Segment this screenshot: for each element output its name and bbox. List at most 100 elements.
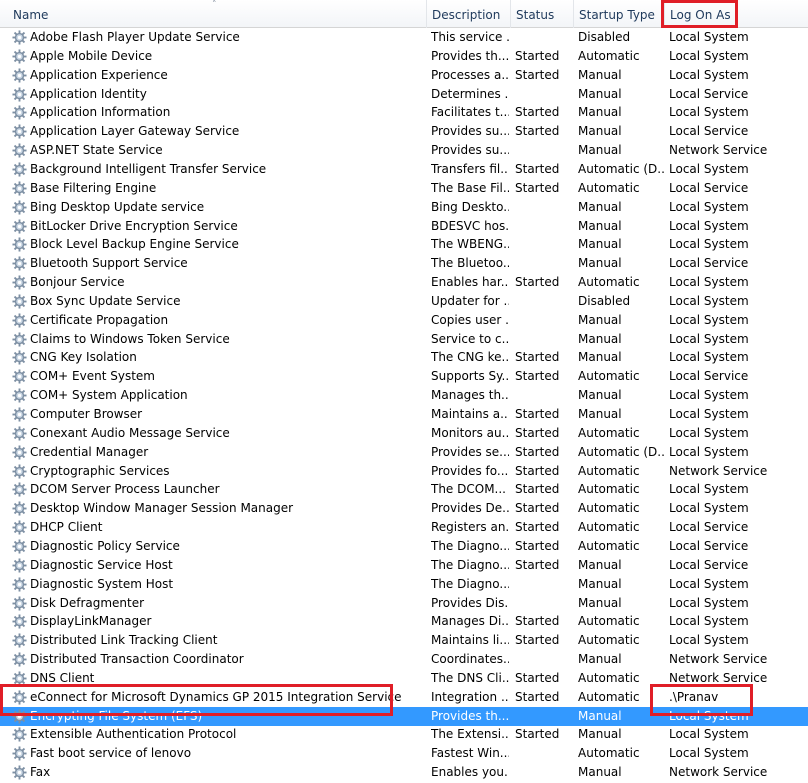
service-status: Started — [515, 727, 560, 742]
service-gear-icon — [12, 407, 27, 422]
service-status — [515, 744, 573, 763]
service-gear-icon — [12, 200, 27, 215]
service-startup-type: Automatic — [578, 463, 640, 478]
service-row[interactable]: Credential Manager Provides se... Started A… — [0, 443, 808, 462]
service-description: Provides th... — [431, 708, 509, 723]
service-row[interactable]: Desktop Window Manager Session Manager Pr… — [0, 499, 808, 518]
service-gear-icon — [12, 105, 27, 120]
service-row[interactable]: DisplayLinkManager Manages Di... Started Au… — [0, 612, 808, 631]
service-description: Provides se... — [431, 444, 509, 459]
sort-ascending-icon: ˄ — [212, 0, 217, 10]
service-name: Application Experience — [30, 67, 168, 82]
service-name: DNS Client — [30, 670, 95, 685]
service-name: Application Information — [30, 105, 171, 120]
service-row[interactable]: Disk Defragmenter Provides Dis... Manual Lo… — [0, 594, 808, 613]
service-gear-icon — [12, 539, 27, 554]
service-startup-type: Automatic — [578, 501, 640, 516]
service-row[interactable]: Background Intelligent Transfer Service T… — [0, 160, 808, 179]
service-description: The Base Fil... — [431, 180, 509, 195]
column-header-log-on-as[interactable]: Log On As — [665, 0, 808, 28]
service-log-on-as: Local System — [669, 237, 749, 252]
service-startup-type: Manual — [578, 67, 622, 82]
service-row[interactable]: Cryptographic Services Provides fo... Star… — [0, 462, 808, 481]
service-status: Started — [515, 482, 560, 497]
service-startup-type: Automatic — [578, 275, 640, 290]
service-startup-type: Automatic — [578, 425, 640, 440]
service-log-on-as: Local Service — [669, 86, 749, 101]
service-row[interactable]: Diagnostic Service Host The Diagno... Star… — [0, 556, 808, 575]
service-row[interactable]: Application Identity Determines ... Manual… — [0, 85, 808, 104]
service-row[interactable]: Application Experience Processes a... Star… — [0, 66, 808, 85]
service-description: Copies user ... — [431, 312, 509, 327]
service-status — [515, 707, 573, 726]
service-row[interactable]: ASP.NET State Service Provides su... Manua… — [0, 141, 808, 160]
service-log-on-as: .\Pranav — [669, 689, 719, 704]
service-startup-type: Automatic (D... — [578, 161, 664, 176]
service-gear-icon — [12, 256, 27, 271]
service-gear-icon — [12, 671, 27, 686]
service-row[interactable]: Block Level Backup Engine Service The WBE… — [0, 235, 808, 254]
service-row[interactable]: Application Information Facilitates t... S… — [0, 103, 808, 122]
service-log-on-as: Local Service — [669, 180, 749, 195]
service-name: Fax — [30, 765, 51, 780]
service-row[interactable]: Bing Desktop Update service Bing Deskto..… — [0, 198, 808, 217]
service-row[interactable]: Fax Enables you... Manual Network Service — [0, 763, 808, 782]
service-row[interactable]: Bluetooth Support Service The Bluetoo... M… — [0, 254, 808, 273]
service-gear-icon — [12, 181, 27, 196]
service-gear-icon — [12, 388, 27, 403]
service-name: Conexant Audio Message Service — [30, 425, 230, 440]
service-row[interactable]: DCOM Server Process Launcher The DCOM... S… — [0, 480, 808, 499]
service-row[interactable]: Diagnostic System Host The Diagno... Manua… — [0, 575, 808, 594]
service-row[interactable]: Computer Browser Maintains a... Started Man… — [0, 405, 808, 424]
service-description: The DNS Cli... — [431, 670, 509, 685]
service-row[interactable]: Fast boot service of lenovo Fastest Win..… — [0, 744, 808, 763]
service-description: Provides su... — [431, 143, 509, 158]
service-row[interactable]: Encrypting File System (EFS) Provides th.… — [0, 706, 808, 726]
service-startup-type: Manual — [578, 143, 622, 158]
service-row[interactable]: DHCP Client Registers an... Started Automat… — [0, 518, 808, 537]
service-description: Enables har... — [431, 275, 509, 290]
service-log-on-as: Local Service — [669, 124, 749, 139]
service-row[interactable]: Diagnostic Policy Service The Diagno... St… — [0, 537, 808, 556]
service-name: Adobe Flash Player Update Service — [30, 30, 240, 44]
service-row[interactable]: Base Filtering Engine The Base Fil... Star… — [0, 179, 808, 198]
service-row[interactable]: Extensible Authentication Protocol The Ex… — [0, 725, 808, 744]
column-header-startup-type[interactable]: Startup Type — [574, 0, 665, 28]
service-row[interactable]: Distributed Transaction Coordinator Coord… — [0, 650, 808, 669]
column-header-status[interactable]: Status — [511, 0, 574, 28]
column-header-description[interactable]: Description — [427, 0, 511, 28]
service-description: Integration ... — [431, 689, 509, 704]
service-row[interactable]: Box Sync Update Service Updater for ... Di… — [0, 292, 808, 311]
service-log-on-as: Local System — [669, 161, 749, 176]
service-row[interactable]: Application Layer Gateway Service Provide… — [0, 122, 808, 141]
service-status — [515, 254, 573, 273]
service-gear-icon — [12, 294, 27, 309]
service-log-on-as: Network Service — [669, 143, 768, 158]
service-row[interactable]: COM+ System Application Manages th... Manu… — [0, 386, 808, 405]
service-row[interactable]: Certificate Propagation Copies user ... Ma… — [0, 311, 808, 330]
service-status: Started — [515, 463, 560, 478]
service-row[interactable]: Adobe Flash Player Update Service This se… — [0, 28, 808, 47]
service-row[interactable]: Claims to Windows Token Service Service t… — [0, 330, 808, 349]
service-startup-type: Automatic — [578, 520, 640, 535]
service-row[interactable]: eConnect for Microsoft Dynamics GP 2015 … — [0, 688, 808, 707]
service-row[interactable]: CNG Key Isolation The CNG ke... Started Man… — [0, 348, 808, 367]
service-name: Encrypting File System (EFS) — [30, 708, 203, 723]
service-gear-icon — [12, 49, 27, 64]
service-startup-type: Manual — [578, 388, 622, 403]
service-row[interactable]: Bonjour Service Enables har... Started Auto… — [0, 273, 808, 292]
service-row[interactable]: Conexant Audio Message Service Monitors a… — [0, 424, 808, 443]
service-row[interactable]: COM+ Event System Supports Sy... Started Au… — [0, 367, 808, 386]
service-name: Computer Browser — [30, 407, 143, 421]
service-status: Started — [515, 614, 560, 629]
service-row[interactable]: BitLocker Drive Encryption Service BDESVC… — [0, 217, 808, 236]
service-row[interactable]: DNS Client The DNS Cli... Started Automatic… — [0, 669, 808, 688]
service-gear-icon — [12, 87, 27, 102]
column-header-name[interactable]: Name — [8, 0, 427, 28]
service-name: BitLocker Drive Encryption Service — [30, 218, 238, 233]
service-startup-type: Automatic (D... — [578, 444, 664, 459]
service-row[interactable]: Apple Mobile Device Provides th... Started… — [0, 47, 808, 66]
service-row[interactable]: Distributed Link Tracking Client Maintain… — [0, 631, 808, 650]
service-description: Maintains li... — [431, 633, 509, 648]
service-startup-type: Manual — [578, 218, 622, 233]
